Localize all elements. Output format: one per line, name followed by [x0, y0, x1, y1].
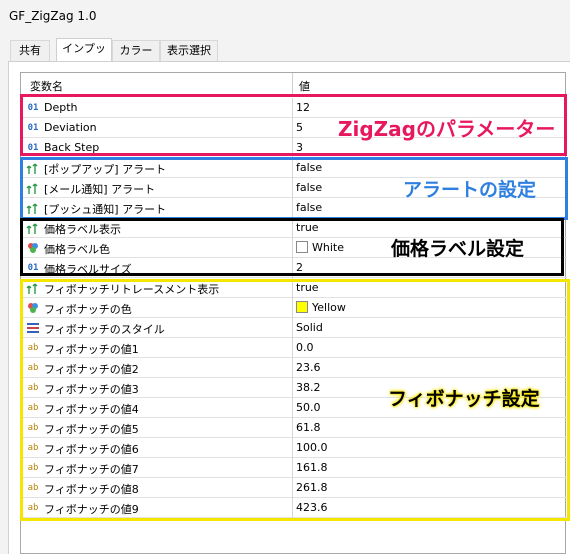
column-header-value[interactable]: 値: [299, 78, 310, 94]
price-label-settings-annotation-label: 価格ラベル設定: [391, 238, 525, 260]
tab-shared[interactable]: 共有: [10, 40, 50, 62]
alert-settings-annotation-label: アラートの設定: [403, 179, 537, 201]
tab-input[interactable]: インプット: [56, 38, 112, 75]
title-bar: GF_ZigZag 1.0: [0, 0, 570, 30]
fibonacci-settings-annotation-label: フィボナッチ設定: [388, 388, 540, 410]
tab-strip: 共有 インプット カラー 表示選択: [0, 38, 570, 75]
window-title: GF_ZigZag 1.0: [9, 9, 97, 23]
tab-display-selection[interactable]: 表示選択: [160, 40, 218, 62]
column-header-name[interactable]: 変数名: [30, 78, 63, 94]
tab-color[interactable]: カラー: [112, 40, 160, 62]
zigzag-params-annotation-label: ZigZagのパラメーター: [338, 117, 556, 141]
